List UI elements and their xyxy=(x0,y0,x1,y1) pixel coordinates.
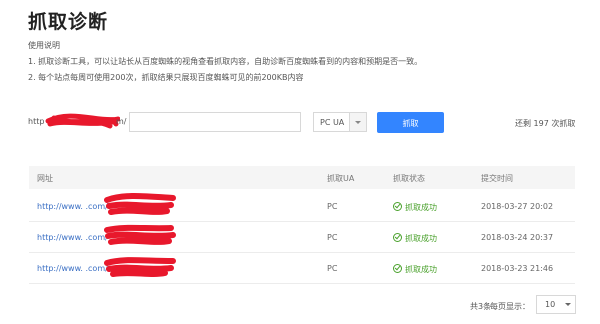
table-row: http://www. .com/ PC 抓取成功 2018-03-23 21:… xyxy=(29,252,575,284)
row-status: 抓取成功 xyxy=(393,202,437,213)
site-url-suffix: m/ xyxy=(116,117,127,126)
remaining-count: 还剩 197 次抓取 xyxy=(515,119,576,128)
row-ua: PC xyxy=(327,233,338,242)
column-header-status: 抓取状态 xyxy=(393,174,425,183)
column-header-time: 提交时间 xyxy=(481,174,513,183)
check-circle-icon xyxy=(393,233,402,242)
check-circle-icon xyxy=(393,264,402,273)
row-time: 2018-03-23 21:46 xyxy=(481,264,554,273)
table-row: http://www. .com/ PC 抓取成功 2018-03-24 20:… xyxy=(29,221,575,253)
ua-select-value: PC UA xyxy=(320,118,345,127)
row-url-link[interactable]: http://www. .com/ xyxy=(37,233,108,242)
row-time: 2018-03-27 20:02 xyxy=(481,202,554,211)
table-row: http://www. .com/ PC 抓取成功 2018-03-27 20:… xyxy=(29,190,575,222)
redaction-scribble xyxy=(104,257,176,277)
table-header: 网址 抓取UA 抓取状态 提交时间 xyxy=(29,166,575,189)
row-url-link[interactable]: http://www. .com/ xyxy=(37,264,108,273)
site-url-prefix: http xyxy=(28,117,45,126)
chevron-down-icon[interactable] xyxy=(349,113,366,131)
row-status-label: 抓取成功 xyxy=(405,234,437,243)
row-ua: PC xyxy=(327,202,338,211)
row-status-label: 抓取成功 xyxy=(405,203,437,212)
row-time: 2018-03-24 20:37 xyxy=(481,233,554,242)
redaction-scribble xyxy=(104,193,176,215)
chevron-down-icon xyxy=(565,303,571,306)
usage-label: 使用说明 xyxy=(28,41,60,50)
path-input[interactable] xyxy=(129,112,301,132)
row-url-link[interactable]: http://www. .com/ xyxy=(37,202,108,211)
row-ua: PC xyxy=(327,264,338,273)
total-count: 共3条 xyxy=(470,302,492,311)
fetch-button[interactable]: 抓取 xyxy=(377,112,444,133)
usage-line-2: 2. 每个站点每周可使用200次，抓取结果只展现百度蜘蛛可见的前200KB内容 xyxy=(28,73,304,82)
page-size-value: 10 xyxy=(545,300,556,309)
ua-select[interactable]: PC UA xyxy=(313,112,367,132)
row-status: 抓取成功 xyxy=(393,264,437,275)
redaction-scribble xyxy=(104,224,176,245)
redaction-scribble xyxy=(45,113,120,129)
column-header-ua: 抓取UA xyxy=(327,174,355,183)
page-size-label: 每页显示： xyxy=(490,302,530,311)
page-size-select[interactable]: 10 xyxy=(536,295,576,314)
row-status-label: 抓取成功 xyxy=(405,265,437,274)
page-title: 抓取诊断 xyxy=(28,11,109,33)
usage-line-1: 1. 抓取诊断工具，可以让站长从百度蜘蛛的视角查看抓取内容，自助诊断百度蜘蛛看到… xyxy=(28,57,423,66)
column-header-url: 网址 xyxy=(37,174,53,183)
row-status: 抓取成功 xyxy=(393,233,437,244)
check-circle-icon xyxy=(393,202,402,211)
